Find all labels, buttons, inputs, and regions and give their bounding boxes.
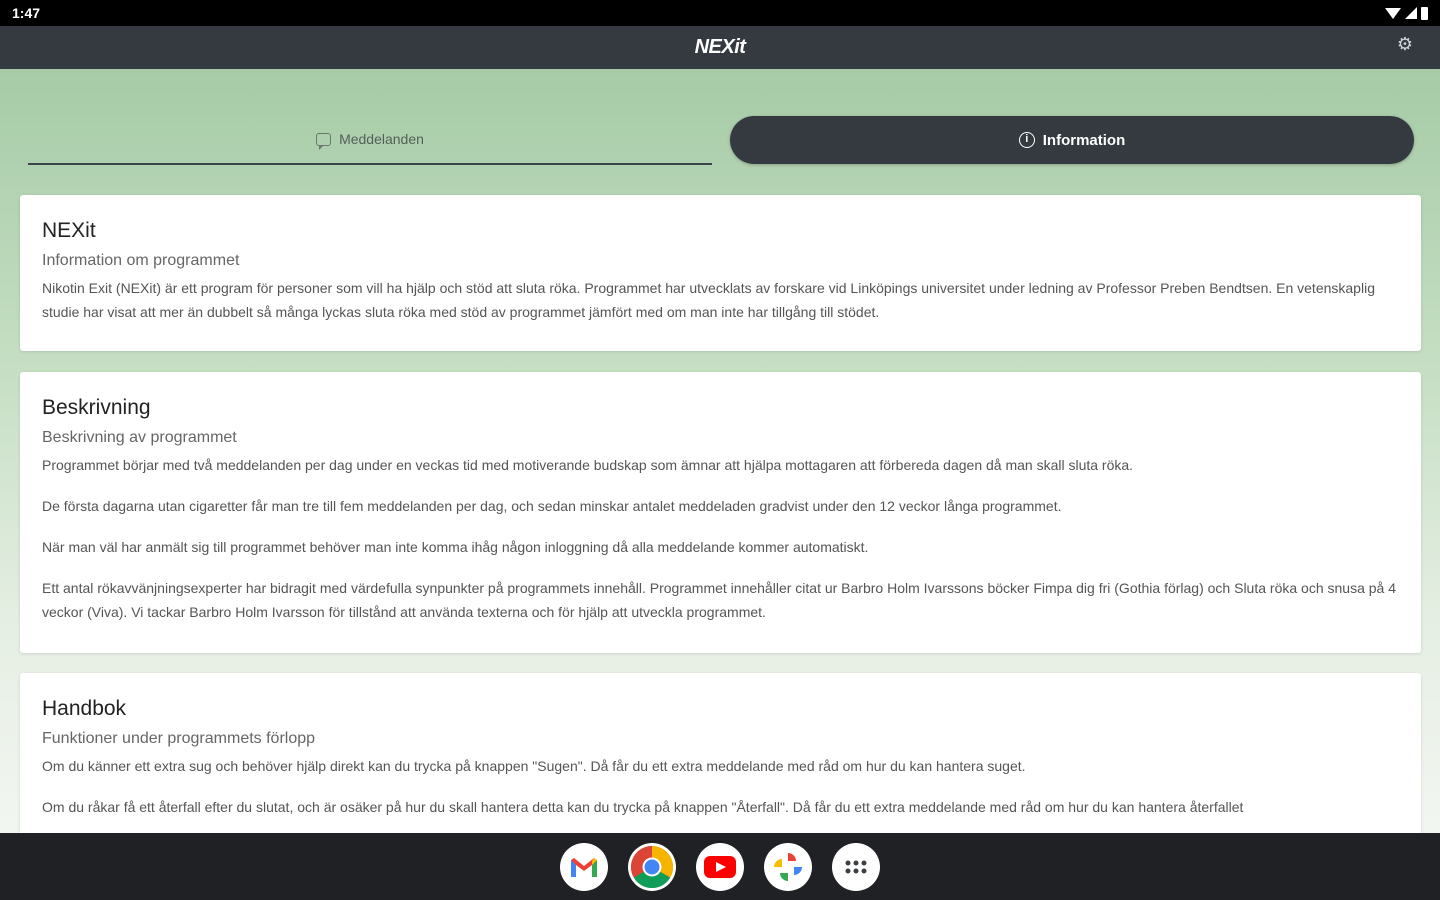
app-bar: NEXit ⚙ [0, 26, 1440, 69]
card-paragraph: Ett antal rökavvänjningsexperter har bid… [42, 580, 1396, 620]
tab-bar: Meddelanden i Information [28, 115, 1414, 165]
card-body: Om du känner ett extra sug och behöver h… [42, 754, 1399, 819]
taskbar [0, 833, 1440, 900]
card-title: Beskrivning [42, 396, 151, 419]
main-content[interactable]: Meddelanden i Information NEXit Informat… [0, 69, 1440, 833]
card-title: Handbok [42, 697, 127, 720]
app-title: NEXit [694, 36, 746, 58]
status-time: 1:47 [12, 5, 41, 21]
tab-information[interactable]: i Information [730, 116, 1414, 164]
settings-icon[interactable]: ⚙ [1396, 35, 1414, 53]
photos-icon[interactable] [764, 842, 812, 891]
chrome-icon[interactable] [628, 842, 676, 891]
tab-information-label: Information [1042, 131, 1126, 149]
card-subtitle: Funktioner under programmets förlopp [42, 730, 316, 747]
card-body: Programmet börjar med två meddelanden pe… [42, 453, 1399, 624]
tab-meddelanden-label: Meddelanden [339, 131, 424, 147]
youtube-icon[interactable] [696, 842, 744, 891]
chat-icon [316, 132, 332, 150]
info-icon: i [1018, 132, 1035, 148]
card-paragraph: De första dagarna utan cigaretter får ma… [42, 498, 1062, 514]
card-paragraph: Nikotin Exit (NEXit) är ett program för … [42, 280, 1375, 320]
card-title: NEXit [42, 219, 96, 242]
signal-icon [1405, 7, 1417, 19]
card-paragraph: Om du känner ett extra sug och behöver h… [42, 758, 1026, 774]
card-subtitle: Information om programmet [42, 252, 240, 269]
nexit-card: NEXit Information om programmet Nikotin … [20, 195, 1421, 351]
beskrivning-card: Beskrivning Beskrivning av programmet Pr… [20, 372, 1421, 653]
status-bar: 1:47 [0, 0, 1440, 26]
status-icons [1385, 6, 1428, 20]
card-paragraph: Om du råkar få ett återfall efter du slu… [42, 799, 1244, 815]
wifi-icon [1385, 7, 1401, 19]
battery-icon [1421, 6, 1428, 20]
card-paragraph: Programmet börjar med två meddelanden pe… [42, 457, 1134, 473]
tab-meddelanden[interactable]: Meddelanden [28, 115, 712, 165]
card-paragraph: När man väl har anmält sig till programm… [42, 539, 869, 555]
card-body: Nikotin Exit (NEXit) är ett program för … [42, 276, 1399, 324]
card-subtitle: Beskrivning av programmet [42, 429, 237, 446]
app-launcher-icon[interactable] [832, 842, 880, 891]
handbok-card: Handbok Funktioner under programmets för… [20, 673, 1421, 833]
gmail-icon[interactable] [560, 842, 608, 891]
